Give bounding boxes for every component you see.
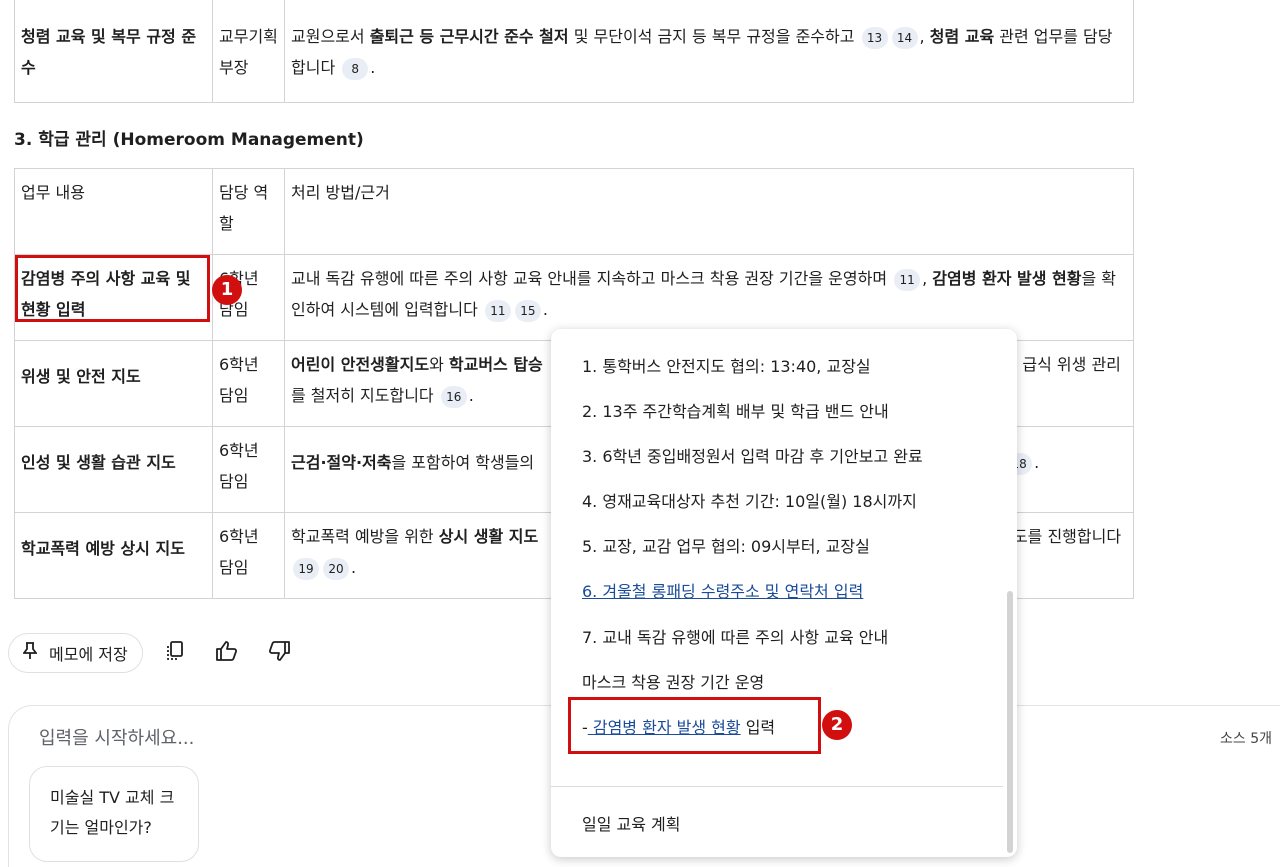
popup-item-link[interactable]: 6. 겨울철 롱패딩 수령주소 및 연락처 입력 xyxy=(582,578,863,602)
method-cell: 교원으로서 출퇴근 등 근무시간 준수 철저 및 무단이석 금지 등 복무 규정… xyxy=(284,0,1134,103)
header-role: 담당 역할 xyxy=(212,168,285,255)
popup-scrollbar[interactable] xyxy=(1007,591,1013,853)
citation-chip[interactable]: 19 xyxy=(293,557,319,580)
citation-chip[interactable]: 14 xyxy=(891,26,918,49)
popup-item: 7. 교내 독감 유행에 따른 주의 사항 교육 안내 xyxy=(582,628,889,647)
table-header-row: 업무 내용 담당 역할 처리 방법/근거 xyxy=(14,168,1134,255)
citation-chip[interactable]: 15 xyxy=(514,299,541,322)
annotation-box-2 xyxy=(568,697,821,754)
citation-chip[interactable]: 11 xyxy=(894,268,921,291)
header-task: 업무 내용 xyxy=(14,168,213,255)
citation-chip[interactable]: 20 xyxy=(323,557,349,580)
task-cell: 학교폭력 예방 상시 지도 xyxy=(14,512,213,599)
pin-icon xyxy=(22,642,38,664)
citation-chip[interactable]: 11 xyxy=(484,299,511,322)
popup-item: 4. 영재교육대상자 추천 기간: 10일(월) 18시까지 xyxy=(582,492,917,511)
chat-input[interactable]: 입력을 시작하세요... xyxy=(39,724,194,750)
task-cell: 청렴 교육 및 복무 규정 준수 xyxy=(14,0,213,103)
section-heading: 3. 학급 관리 (Homeroom Management) xyxy=(14,130,364,150)
popup-item: 마스크 착용 권장 기간 운영 xyxy=(582,673,765,692)
response-actions: 메모에 저장 xyxy=(8,633,299,673)
task-cell: 인성 및 생활 습관 지도 xyxy=(14,426,213,513)
header-method: 처리 방법/근거 xyxy=(284,168,1134,255)
popup-item: 1. 통학버스 안전지도 협의: 13:40, 교장실 xyxy=(582,357,871,376)
citation-chip[interactable]: 16 xyxy=(440,385,467,408)
popup-item: 3. 6학년 중입배정원서 입력 마감 후 기안보고 완료 xyxy=(582,447,923,466)
duty-table-previous: 청렴 교육 및 복무 규정 준수 교무기획부장 교원으로서 출퇴근 등 근무시간… xyxy=(14,0,1134,103)
role-cell: 6학년 담임 xyxy=(212,340,285,427)
suggested-question-chip[interactable]: 미술실 TV 교체 크기는 얼마인가? xyxy=(29,766,199,862)
save-to-note-button[interactable]: 메모에 저장 xyxy=(8,633,143,673)
task-cell: 위생 및 안전 지도 xyxy=(14,340,213,427)
popup-footer-item: 일일 교육 계획 xyxy=(582,815,681,834)
citation-chip[interactable]: 13 xyxy=(861,26,888,49)
role-cell: 교무기획부장 xyxy=(212,0,285,103)
source-count: 소스 5개 xyxy=(1220,731,1272,747)
role-cell: 6학년 담임 xyxy=(212,426,285,513)
citation-chip[interactable]: 8 xyxy=(342,57,369,80)
thumbs-up-icon xyxy=(215,640,239,666)
citation-popup: 1. 통학버스 안전지도 협의: 13:40, 교장실 2. 13주 주간학습계… xyxy=(551,329,1017,857)
thumbs-down-icon xyxy=(267,640,291,666)
table-row: 청렴 교육 및 복무 규정 준수 교무기획부장 교원으로서 출퇴근 등 근무시간… xyxy=(14,0,1134,103)
annotation-badge-2: 2 xyxy=(822,710,852,740)
annotation-box-1 xyxy=(15,255,210,322)
save-to-note-label: 메모에 저장 xyxy=(49,645,128,664)
popup-item: 5. 교장, 교감 업무 협의: 09시부터, 교장실 xyxy=(582,537,870,556)
copy-icon xyxy=(165,640,185,666)
annotation-badge-1: 1 xyxy=(212,275,242,305)
copy-button[interactable] xyxy=(155,633,195,673)
method-cell: 교내 독감 유행에 따른 주의 사항 교육 안내를 지속하고 마스크 착용 권장… xyxy=(284,254,1134,341)
popup-item: 2. 13주 주간학습계획 배부 및 학급 밴드 안내 xyxy=(582,402,889,421)
thumbs-up-button[interactable] xyxy=(207,633,247,673)
popup-divider xyxy=(551,786,1003,787)
role-cell: 6학년 담임 xyxy=(212,512,285,599)
thumbs-down-button[interactable] xyxy=(259,633,299,673)
